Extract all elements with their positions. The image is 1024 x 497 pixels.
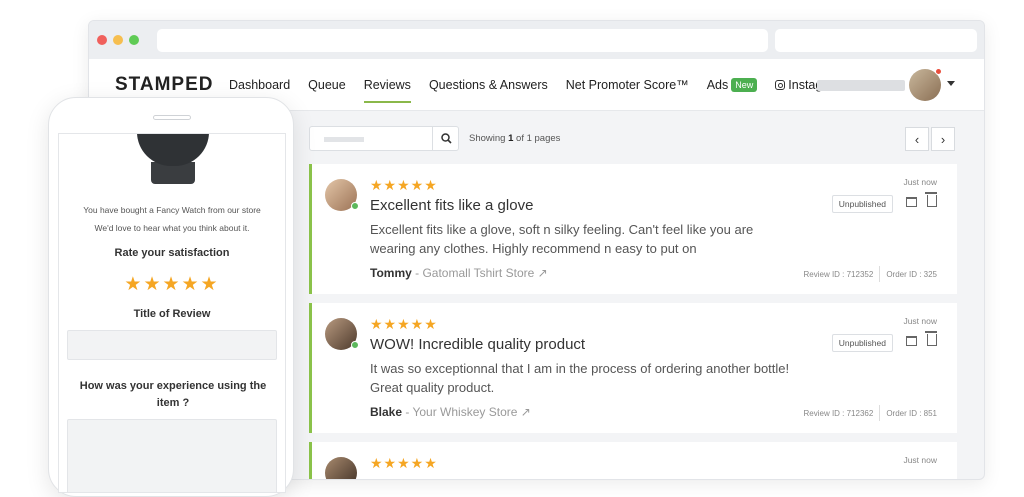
review-title: WOW! Incredible quality product [370, 336, 586, 353]
title-label: Title of Review [133, 308, 211, 320]
review-body: Excellent fits like a glove, soft n silk… [370, 222, 754, 256]
review-card[interactable]: ★★★★★ Just now [309, 442, 957, 479]
publish-status-button[interactable]: Unpublished [831, 334, 893, 352]
review-body: It was so exceptionnal that I am in the … [370, 361, 790, 395]
feedback-request: We'd love to hear what you think about i… [94, 223, 250, 233]
experience-question: How was your experience using the item ? [79, 380, 267, 409]
pager: ‹ › [905, 127, 955, 151]
rating-stars: ★★★★★ [370, 177, 438, 193]
phone-speaker [153, 115, 191, 120]
logo[interactable]: STAMPED [115, 74, 213, 96]
review-time: Just now [903, 177, 937, 187]
review-time: Just now [903, 316, 937, 326]
nav-search-placeholder[interactable] [817, 80, 905, 91]
review-id: Review ID : 712352 [803, 270, 874, 279]
user-avatar[interactable] [909, 68, 942, 101]
nav-item-questions-answers[interactable]: Questions & Answers [429, 59, 548, 111]
order-id: Order ID : 325 [886, 270, 937, 279]
review-card[interactable]: ★★★★★ Excellent fits like a glove Excell… [309, 164, 957, 294]
review-meta: Review ID : 712352 Order ID : 325 [803, 266, 937, 282]
review-time: Just now [903, 455, 937, 465]
notification-dot [935, 68, 942, 75]
review-card[interactable]: ★★★★★ WOW! Incredible quality product It… [309, 303, 957, 433]
online-status-dot [351, 341, 359, 349]
prev-page-button[interactable]: ‹ [905, 127, 929, 151]
review-body-input[interactable] [67, 419, 277, 492]
trash-icon[interactable] [925, 331, 937, 346]
search-placeholder [324, 137, 364, 142]
nav-item-net-promoter-score[interactable]: Net Promoter Score™ [566, 59, 689, 111]
search-button[interactable] [432, 126, 459, 151]
review-title-input[interactable] [67, 330, 277, 360]
review-meta: Review ID : 712362 Order ID : 851 [803, 405, 937, 421]
instagram-icon [775, 80, 786, 90]
address-bar[interactable] [157, 29, 768, 52]
close-dot[interactable] [97, 35, 107, 45]
nav-links: Dashboard Queue Reviews Questions & Answ… [229, 59, 844, 111]
archive-icon[interactable] [906, 197, 917, 207]
rating-stars-input[interactable]: ★★★★★ [59, 273, 285, 296]
review-author: Tommy - Gatomall Tshirt Store ↗ [370, 266, 548, 280]
pagination-status: Showing 1 of 1 pages [469, 133, 561, 144]
divider [879, 405, 881, 421]
phone-mockup: You have bought a Fancy Watch from our s… [48, 97, 294, 497]
nav-item-ads[interactable]: Ads New [707, 59, 758, 111]
online-status-dot [351, 202, 359, 210]
nav-item-queue[interactable]: Queue [308, 59, 346, 111]
rating-stars: ★★★★★ [370, 316, 438, 332]
next-page-button[interactable]: › [931, 127, 955, 151]
review-author: Blake - Your Whiskey Store ↗ [370, 405, 531, 419]
store-link[interactable]: - Your Whiskey Store ↗ [402, 405, 530, 419]
divider [879, 266, 881, 282]
watch-image [137, 134, 209, 166]
archive-icon[interactable] [906, 336, 917, 346]
rate-label: Rate your satisfaction [114, 247, 230, 259]
purchase-message: You have bought a Fancy Watch from our s… [83, 205, 261, 215]
store-link[interactable]: - Gatomall Tshirt Store ↗ [412, 266, 548, 280]
new-badge: New [731, 78, 758, 92]
publish-status-button[interactable]: Unpublished [831, 195, 893, 213]
review-id: Review ID : 712362 [803, 409, 874, 418]
browser-chrome [89, 21, 984, 59]
minimize-dot[interactable] [113, 35, 123, 45]
browser-search-bar[interactable] [775, 29, 977, 52]
search-icon [440, 133, 452, 144]
chevron-down-icon[interactable] [947, 81, 955, 86]
nav-item-reviews[interactable]: Reviews [363, 59, 412, 111]
nav-item-ads-label: Ads [706, 78, 729, 92]
order-id: Order ID : 851 [886, 409, 937, 418]
maximize-dot[interactable] [129, 35, 139, 45]
review-title: Excellent fits like a glove [370, 197, 534, 214]
phone-screen: You have bought a Fancy Watch from our s… [58, 133, 286, 493]
trash-icon[interactable] [925, 192, 937, 207]
rating-stars: ★★★★★ [370, 455, 438, 471]
